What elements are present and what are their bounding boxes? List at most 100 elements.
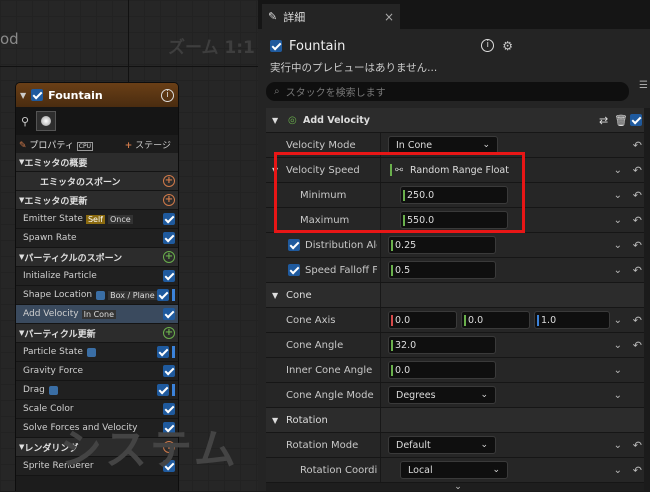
module-enabled-checkbox[interactable]	[630, 114, 642, 126]
reset-icon[interactable]: ↶	[633, 164, 642, 177]
chevron-down-icon[interactable]: ⌄	[614, 365, 622, 376]
collapse-arrow-icon[interactable]: ▼	[20, 91, 26, 100]
chevron-down-icon[interactable]: ⌄	[614, 340, 622, 351]
module-enabled-checkbox[interactable]	[163, 365, 175, 377]
reset-icon[interactable]: ↶	[633, 464, 642, 477]
stack-item[interactable]: Emitter State Self Once	[16, 210, 178, 229]
reset-icon[interactable]: ↶	[633, 314, 642, 327]
reset-icon[interactable]: ↶	[633, 214, 642, 227]
tab-details[interactable]: ✎ 詳細 ×	[262, 4, 400, 29]
shuffle-icon[interactable]: ⇄	[599, 114, 608, 127]
module-enabled-checkbox[interactable]	[163, 270, 175, 282]
stack-section[interactable]: ▼ エミッタの更新 +	[16, 191, 178, 210]
stack-section[interactable]: ▼ エミッタの概要	[16, 153, 178, 172]
rotation-mode-dropdown[interactable]: Default ⌄	[388, 436, 496, 454]
module-enabled-checkbox[interactable]	[163, 213, 175, 225]
module-indicator	[172, 289, 175, 301]
module-enabled-checkbox[interactable]	[163, 308, 175, 320]
reset-icon[interactable]: ↶	[633, 189, 642, 202]
scrollbar[interactable]	[644, 108, 650, 491]
material-thumbnail[interactable]	[36, 111, 57, 131]
info-icon[interactable]: i	[481, 39, 495, 52]
stack-item-label: Gravity Force	[23, 366, 84, 376]
emitter-node-header[interactable]: ▼ Fountain i	[16, 83, 178, 107]
add-module-icon[interactable]: +	[163, 194, 175, 206]
chevron-down-icon[interactable]: ⌄	[614, 265, 622, 276]
graph-title-partial: od	[0, 30, 19, 48]
chevron-down-icon[interactable]: ⌄	[614, 190, 622, 201]
rotation-coord-dropdown[interactable]: Local ⌄	[400, 461, 508, 479]
gear-icon[interactable]: ⚙	[502, 39, 513, 53]
cone-axis-y-input[interactable]: 0.0	[461, 311, 530, 329]
stack-item[interactable]: Particle State	[16, 343, 178, 362]
details-panel: ✎ 詳細 × Fountain i ⚙ 実行中のプレビューはありません... ⌕…	[258, 0, 650, 492]
reset-icon[interactable]: ↶	[633, 264, 642, 277]
chevron-down-icon[interactable]: ⌄	[614, 465, 622, 476]
chevron-down-icon[interactable]: ⌄	[614, 215, 622, 226]
cone-angle-mode-dropdown[interactable]: Degrees ⌄	[388, 386, 496, 404]
node-graph-canvas[interactable]: od ズーム 1:1 ▼ Fountain i ⚲ ✎ プロパティ CPU + …	[0, 0, 258, 491]
cone-axis-row: Cone Axis 0.0 0.0 1.0 ⌄ ↶	[266, 308, 650, 333]
stack-item[interactable]: Initialize Particle	[16, 267, 178, 286]
reset-icon[interactable]: ↶	[633, 439, 642, 452]
emitter-enabled-checkbox[interactable]	[270, 40, 282, 52]
add-velocity-header[interactable]: ▼ ◎ Add Velocity ⇄ 🗑	[266, 108, 650, 133]
dynamic-input-icon	[86, 347, 96, 357]
add-module-icon[interactable]: +	[163, 251, 175, 263]
rotation-category-header[interactable]: ▼ Rotation	[266, 408, 650, 433]
chevron-down-icon[interactable]: ⌄	[614, 440, 622, 451]
add-velocity-title: Add Velocity	[303, 114, 370, 126]
chevron-down-icon[interactable]: ⌄	[614, 240, 622, 251]
speed-falloff-checkbox[interactable]	[288, 264, 300, 276]
reset-icon[interactable]: ↶	[633, 139, 642, 152]
reset-icon[interactable]: ↶	[633, 339, 642, 352]
cone-angle-input[interactable]: 32.0	[388, 336, 496, 354]
stack-item-label: エミッタのスポーン	[40, 177, 121, 188]
stack-item-label: Add Velocity	[23, 309, 79, 319]
module-enabled-checkbox[interactable]	[163, 403, 175, 415]
tab-properties[interactable]: ✎ プロパティ CPU	[19, 138, 93, 151]
module-enabled-checkbox[interactable]	[163, 232, 175, 244]
rotation-coord-row: Rotation Coordina Local⌄ ⌄ ↶	[266, 458, 650, 483]
add-module-icon[interactable]: +	[163, 175, 175, 187]
expand-more[interactable]: ⌄	[266, 482, 650, 492]
module-enabled-checkbox[interactable]	[157, 346, 169, 358]
info-icon[interactable]: i	[161, 88, 174, 102]
stack-item[interactable]: Add Velocity In Cone	[16, 305, 178, 324]
stack-section[interactable]: ▼ パーティクル更新 +	[16, 324, 178, 343]
search-input[interactable]: ⌕ スタックを検索します	[266, 82, 629, 101]
emitter-enabled-checkbox[interactable]	[31, 89, 44, 101]
speed-falloff-input[interactable]: 0.5	[388, 261, 496, 279]
trash-icon[interactable]: 🗑	[614, 114, 628, 127]
filter-icon[interactable]: ☰	[639, 80, 648, 91]
stack-item-label: Scale Color	[23, 404, 74, 414]
cone-category-header[interactable]: ▼ Cone	[266, 283, 650, 308]
distribution-checkbox[interactable]	[288, 239, 300, 251]
pin-icon[interactable]: ⚲	[21, 115, 29, 128]
stack-item[interactable]: Drag	[16, 381, 178, 400]
stack-section[interactable]: ▼ パーティクルのスポーン +	[16, 248, 178, 267]
close-icon[interactable]: ×	[384, 10, 394, 24]
chevron-down-icon[interactable]: ⌄	[614, 390, 622, 401]
cone-axis-z-input[interactable]: 1.0	[534, 311, 610, 329]
module-enabled-checkbox[interactable]	[157, 384, 169, 396]
chevron-down-icon: ⌄	[482, 140, 490, 150]
chevron-down-icon[interactable]: ⌄	[614, 165, 622, 176]
distribution-input[interactable]: 0.25	[388, 236, 496, 254]
chevron-down-icon[interactable]: ⌄	[614, 315, 622, 326]
stack-item[interactable]: Gravity Force	[16, 362, 178, 381]
tab-stage[interactable]: + ステージ	[125, 138, 171, 151]
cone-axis-x-input[interactable]: 0.0	[388, 311, 457, 329]
stack-section[interactable]: エミッタのスポーン +	[16, 172, 178, 191]
velocity-mode-label: Velocity Mode	[286, 139, 356, 151]
inner-cone-angle-input[interactable]: 0.0	[388, 361, 496, 379]
module-indicator	[172, 346, 175, 358]
stack-item[interactable]: Shape Location Box / Plane	[16, 286, 178, 305]
reset-icon[interactable]: ↶	[633, 239, 642, 252]
chevron-down-icon: ⌄	[480, 390, 488, 400]
stack-item-label: Emitter State	[23, 214, 83, 224]
add-module-icon[interactable]: +	[163, 327, 175, 339]
module-enabled-checkbox[interactable]	[157, 289, 169, 301]
inner-cone-angle-label: Inner Cone Angle	[286, 364, 373, 376]
stack-item[interactable]: Spawn Rate	[16, 229, 178, 248]
